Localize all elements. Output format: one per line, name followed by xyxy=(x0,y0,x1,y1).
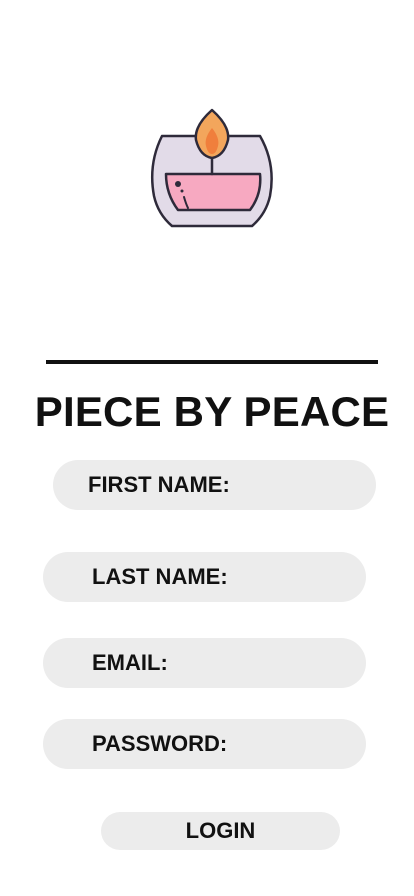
password-field[interactable]: PASSWORD: xyxy=(43,719,366,769)
first-name-label: FIRST NAME: xyxy=(88,472,230,497)
candle-icon xyxy=(151,108,273,228)
email-field[interactable]: EMAIL: xyxy=(43,638,366,688)
email-label: EMAIL: xyxy=(92,650,168,675)
last-name-field[interactable]: LAST NAME: xyxy=(43,552,366,602)
first-name-field[interactable]: FIRST NAME: xyxy=(53,460,376,510)
last-name-input[interactable] xyxy=(235,565,348,589)
app-title: PIECE BY PEACE xyxy=(34,388,390,435)
password-input[interactable] xyxy=(235,732,348,756)
password-label: PASSWORD: xyxy=(92,731,228,756)
login-button[interactable]: LOGIN xyxy=(101,812,340,850)
title-divider xyxy=(46,360,378,364)
email-input[interactable] xyxy=(175,651,348,675)
first-name-input[interactable] xyxy=(237,473,358,497)
last-name-label: LAST NAME: xyxy=(92,564,228,589)
